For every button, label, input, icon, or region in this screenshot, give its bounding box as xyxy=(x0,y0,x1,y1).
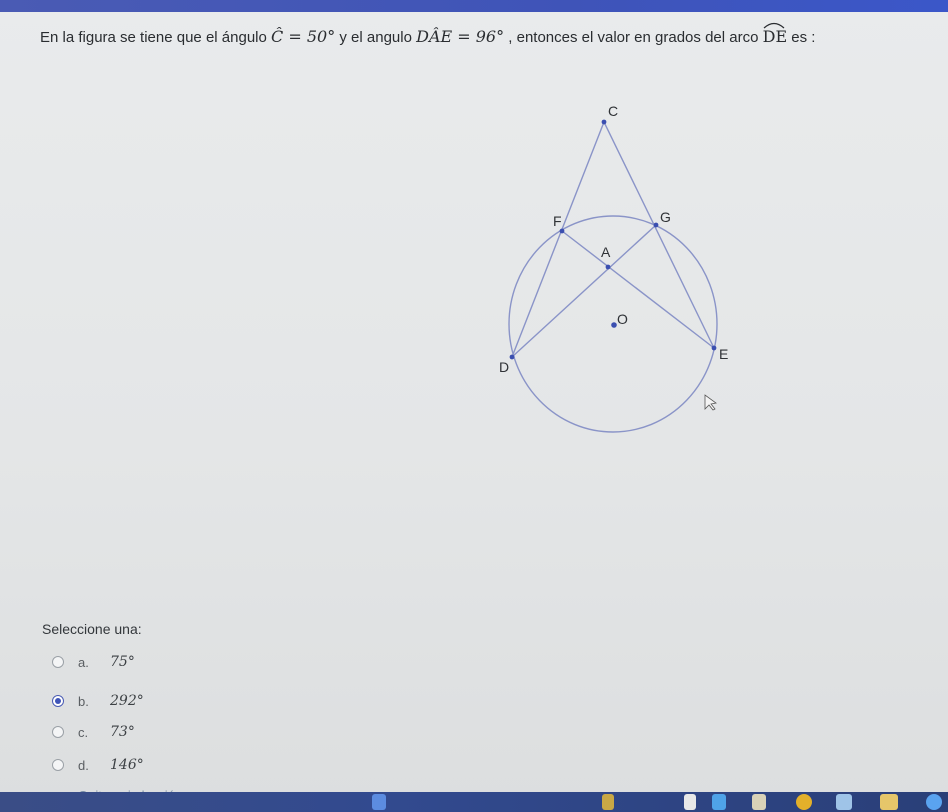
taskbar-app-icon-5[interactable] xyxy=(752,794,766,810)
question-mid: y el angulo xyxy=(339,29,412,46)
segment-ce xyxy=(603,121,715,349)
question-text: En la figura se tiene que el ángulo Ĉ = … xyxy=(40,22,940,49)
taskbar xyxy=(0,792,948,812)
taskbar-app-icon-3[interactable] xyxy=(684,794,696,810)
taskbar-app-icon-4[interactable] xyxy=(712,794,726,810)
question-prefix: En la figura se tiene que el ángulo xyxy=(40,29,267,46)
circle-o xyxy=(508,215,718,433)
option-a-value: 75° xyxy=(110,654,135,670)
label-a: A xyxy=(601,244,611,260)
option-d[interactable]: d. 146° xyxy=(52,753,144,777)
option-b[interactable]: b. 292° xyxy=(52,689,144,713)
option-b-letter: b. xyxy=(78,693,89,709)
angle-c: Ĉ = 50° xyxy=(271,27,336,46)
segment-cd xyxy=(511,121,605,358)
label-f: F xyxy=(553,213,562,229)
taskbar-app-icon-2[interactable] xyxy=(602,794,614,810)
radio-option-c[interactable] xyxy=(52,726,64,738)
segment-dg xyxy=(511,224,657,358)
select-label: Seleccione una: xyxy=(42,621,142,637)
point-e xyxy=(711,345,717,351)
label-o: O xyxy=(617,311,628,327)
point-c xyxy=(601,119,607,125)
point-o xyxy=(611,322,617,328)
label-e: E xyxy=(719,346,728,362)
taskbar-app-icon-1[interactable] xyxy=(372,794,386,810)
angle-dae: DÂE = 96° xyxy=(416,27,505,46)
label-d: D xyxy=(499,359,509,375)
arc-symbol-icon xyxy=(763,22,785,29)
option-d-value: 146° xyxy=(110,757,144,773)
top-bar xyxy=(0,0,948,12)
radio-option-a[interactable] xyxy=(52,656,64,668)
taskbar-app-icon-6[interactable] xyxy=(796,794,812,810)
arc-de: DE xyxy=(763,22,787,48)
point-d xyxy=(509,354,515,360)
option-c[interactable]: c. 73° xyxy=(52,720,135,744)
option-a-letter: a. xyxy=(78,654,89,670)
taskbar-app-icon-9[interactable] xyxy=(926,794,942,810)
point-g xyxy=(653,222,659,228)
option-a[interactable]: a. 75° xyxy=(52,650,135,674)
taskbar-app-icon-8[interactable] xyxy=(880,794,898,810)
option-d-letter: d. xyxy=(78,757,89,773)
segment-fe xyxy=(561,230,715,349)
label-g: G xyxy=(660,209,671,225)
taskbar-app-icon-7[interactable] xyxy=(836,794,852,810)
option-c-letter: c. xyxy=(78,724,89,740)
question-end: es : xyxy=(791,29,816,46)
option-b-value: 292° xyxy=(110,693,144,709)
point-a xyxy=(605,264,611,270)
radio-option-d[interactable] xyxy=(52,759,64,771)
label-c: C xyxy=(608,103,618,119)
mouse-cursor-icon xyxy=(704,394,717,411)
option-c-value: 73° xyxy=(110,724,135,740)
radio-option-b[interactable] xyxy=(52,695,64,707)
point-f xyxy=(559,228,565,234)
question-suffix: , entonces el valor en grados del arco xyxy=(508,29,759,46)
